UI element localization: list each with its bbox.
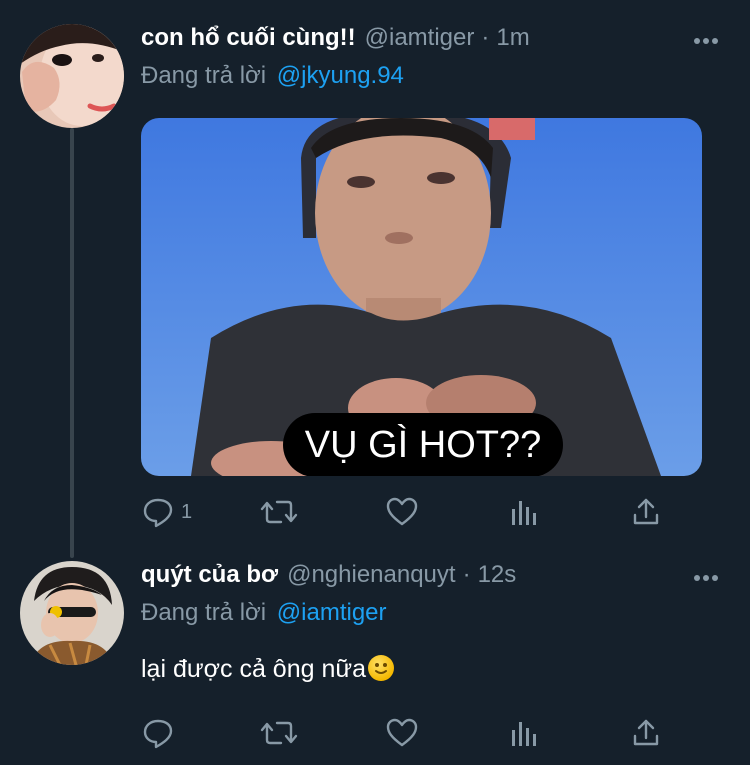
reply-button[interactable]: [141, 713, 175, 753]
more-options-button[interactable]: [692, 27, 720, 55]
more-horizontal-icon: [694, 575, 718, 581]
share-button[interactable]: [631, 492, 661, 532]
retweet-button[interactable]: [259, 492, 299, 532]
display-name[interactable]: con hổ cuối cùng!!: [141, 24, 356, 52]
timestamp[interactable]: 1m: [496, 24, 529, 52]
more-options-button[interactable]: [692, 564, 720, 592]
reply-count: 1: [181, 500, 193, 523]
share-icon: [633, 498, 659, 525]
share-button[interactable]: [631, 713, 661, 753]
like-button[interactable]: [385, 492, 419, 532]
analytics-icon: [512, 722, 536, 746]
tweet-1-header: con hổ cuối cùng!! @iamtiger · 1m: [141, 24, 530, 58]
tweet-2[interactable]: quýt của bơ @nghienanquyt · 12s Đang trả…: [0, 545, 750, 765]
avatar-iamtiger[interactable]: [20, 24, 124, 128]
reply-button[interactable]: 1: [141, 492, 192, 532]
timestamp[interactable]: 12s: [478, 561, 517, 589]
replying-label: Đang trả lời: [141, 599, 267, 626]
tweet-text: lại được cả ông nữa: [141, 655, 394, 684]
replying-to-mention[interactable]: @jkyung.94: [277, 62, 404, 89]
analytics-button[interactable]: [509, 492, 539, 532]
avatar-nghienanquyt[interactable]: [20, 561, 124, 665]
replying-to-line: Đang trả lời @jkyung.94: [141, 62, 404, 90]
tweet-2-header: quýt của bơ @nghienanquyt · 12s: [141, 561, 516, 595]
analytics-button[interactable]: [509, 713, 539, 753]
tweet-body: lại được cả ông nữa: [141, 655, 366, 683]
display-name[interactable]: quýt của bơ: [141, 561, 278, 589]
reply-icon: [143, 498, 173, 528]
retweet-button[interactable]: [259, 713, 299, 753]
like-button[interactable]: [385, 713, 419, 753]
share-icon: [633, 719, 659, 746]
replying-to-mention[interactable]: @iamtiger: [277, 599, 387, 626]
tweet-1[interactable]: con hổ cuối cùng!! @iamtiger · 1m Đang t…: [0, 0, 750, 545]
analytics-icon: [512, 501, 536, 525]
reply-icon: [143, 719, 173, 749]
tweet-1-action-bar: 1: [141, 492, 681, 532]
retweet-icon: [260, 721, 298, 745]
replying-to-line: Đang trả lời @iamtiger: [141, 599, 387, 627]
tweet-2-action-bar: [141, 713, 681, 753]
retweet-icon: [260, 500, 298, 524]
media-caption-pill: VỤ GÌ HOT??: [283, 413, 563, 476]
tweet-media-image[interactable]: VỤ GÌ HOT??: [141, 118, 702, 476]
user-handle[interactable]: @iamtiger: [365, 24, 475, 52]
heart-icon: [386, 718, 418, 747]
slightly-smiling-face-icon: [368, 655, 394, 681]
separator-dot: ·: [462, 561, 471, 588]
user-handle[interactable]: @nghienanquyt: [287, 561, 456, 589]
heart-icon: [386, 497, 418, 526]
separator-dot: ·: [481, 24, 490, 51]
replying-label: Đang trả lời: [141, 62, 267, 89]
media-caption-text: VỤ GÌ HOT??: [304, 423, 542, 466]
more-horizontal-icon: [694, 38, 718, 44]
